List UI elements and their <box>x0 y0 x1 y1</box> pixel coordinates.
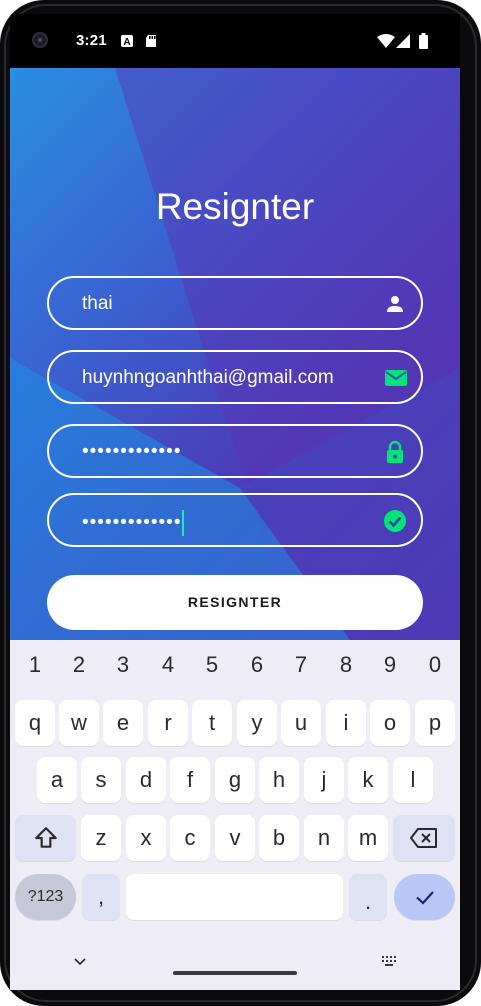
shift-icon <box>34 827 57 848</box>
key-6[interactable]: 6 <box>237 652 277 678</box>
key-g[interactable]: g <box>215 757 255 803</box>
symbols-key[interactable]: ?123 <box>15 874 76 920</box>
enter-key[interactable] <box>394 874 455 920</box>
register-button[interactable]: RESIGNTER <box>47 575 423 630</box>
key-2[interactable]: 2 <box>59 652 99 678</box>
wifi-icon <box>377 34 395 48</box>
key-w[interactable]: w <box>59 700 99 746</box>
confirm-password-wrap: ••••••••••••• <box>82 510 185 536</box>
number-row: 1 2 3 4 5 6 7 8 9 0 <box>10 652 460 682</box>
hide-keyboard-chevron-icon[interactable] <box>72 955 88 967</box>
home-gesture-handle[interactable] <box>173 971 297 975</box>
key-c[interactable]: c <box>170 815 210 861</box>
username-value: thai <box>82 293 113 314</box>
key-8[interactable]: 8 <box>326 652 366 678</box>
key-k[interactable]: k <box>348 757 388 803</box>
battery-icon <box>419 33 428 49</box>
key-t[interactable]: t <box>192 700 232 746</box>
check-circle-icon <box>384 510 406 532</box>
status-time: 3:21 <box>76 32 107 49</box>
key-q[interactable]: q <box>15 700 55 746</box>
key-m[interactable]: m <box>348 815 388 861</box>
key-v[interactable]: v <box>215 815 255 861</box>
key-5[interactable]: 5 <box>192 652 232 678</box>
key-7[interactable]: 7 <box>281 652 321 678</box>
comma-key[interactable]: , <box>82 874 120 920</box>
password-value: ••••••••••••• <box>82 441 182 462</box>
keyboard-switch-icon[interactable] <box>380 954 400 968</box>
key-z[interactable]: z <box>81 815 121 861</box>
spacebar[interactable] <box>126 874 343 920</box>
key-e[interactable]: e <box>103 700 143 746</box>
shift-key[interactable] <box>15 815 76 861</box>
status-bar: 3:21 A <box>10 14 460 68</box>
key-a[interactable]: a <box>37 757 77 803</box>
password-field[interactable]: ••••••••••••• <box>47 424 423 478</box>
svg-text:A: A <box>123 37 130 48</box>
key-b[interactable]: b <box>259 815 299 861</box>
check-enter-icon <box>415 891 434 905</box>
email-value: huynhngoanhthai@gmail.com <box>82 367 334 388</box>
key-4[interactable]: 4 <box>148 652 188 678</box>
email-field[interactable]: huynhngoanhthai@gmail.com <box>47 350 423 404</box>
key-n[interactable]: n <box>304 815 344 861</box>
key-0[interactable]: 0 <box>415 652 455 678</box>
lock-icon <box>387 440 403 463</box>
key-u[interactable]: u <box>281 700 321 746</box>
username-field[interactable]: thai <box>47 276 423 330</box>
key-l[interactable]: l <box>393 757 433 803</box>
confirm-password-value: ••••••••••••• <box>82 512 182 534</box>
key-3[interactable]: 3 <box>103 652 143 678</box>
backspace-key[interactable] <box>393 815 455 861</box>
signal-icon <box>396 34 410 48</box>
phone-frame: 3:21 A Resignter thai huynhngoanhthai@gm… <box>0 0 481 1006</box>
period-key[interactable]: . <box>349 874 387 920</box>
key-j[interactable]: j <box>304 757 344 803</box>
key-y[interactable]: y <box>237 700 277 746</box>
page-title: Resignter <box>155 186 315 227</box>
sd-card-icon <box>146 35 156 47</box>
key-p[interactable]: p <box>415 700 455 746</box>
key-r[interactable]: r <box>148 700 188 746</box>
navigation-bar <box>10 940 460 990</box>
confirm-password-field[interactable]: ••••••••••••• <box>47 493 423 547</box>
register-screen: Resignter thai huynhngoanhthai@gmail.com… <box>10 68 460 640</box>
key-d[interactable]: d <box>126 757 166 803</box>
key-s[interactable]: s <box>81 757 121 803</box>
key-9[interactable]: 9 <box>370 652 410 678</box>
text-caret <box>182 510 185 536</box>
a-badge-icon: A <box>121 35 133 48</box>
email-icon <box>385 370 407 386</box>
key-x[interactable]: x <box>126 815 166 861</box>
key-h[interactable]: h <box>259 757 299 803</box>
key-f[interactable]: f <box>170 757 210 803</box>
key-1[interactable]: 1 <box>15 652 55 678</box>
key-i[interactable]: i <box>326 700 366 746</box>
person-icon <box>387 296 403 312</box>
backspace-icon <box>410 828 437 848</box>
key-o[interactable]: o <box>370 700 410 746</box>
soft-keyboard: 1 2 3 4 5 6 7 8 9 0 q w e r t y u i o p … <box>10 640 460 940</box>
camera-cutout <box>32 32 48 48</box>
